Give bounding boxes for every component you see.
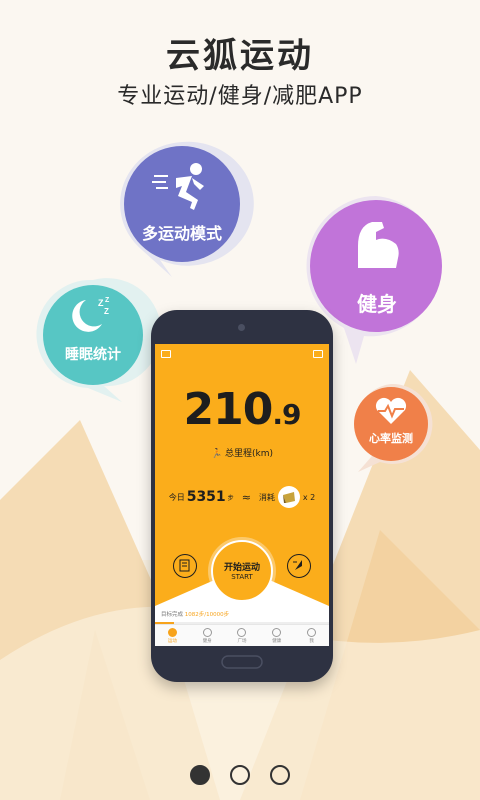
tab-health[interactable]: 健康 (259, 625, 294, 646)
distance-decimal: .9 (272, 398, 301, 431)
sleep-label: 睡眠统计 (65, 347, 121, 363)
page-indicator (190, 764, 290, 786)
tab-fitness[interactable]: 健身 (190, 625, 225, 646)
health-tab-icon (272, 628, 282, 637)
tab-label: 广场 (237, 639, 247, 644)
distance-label-text: 总里程(km) (225, 449, 274, 459)
total-distance-value: 210.9 (155, 384, 329, 435)
multi-sport-bubble[interactable]: 多运动模式 (112, 141, 254, 277)
food-icon (277, 486, 300, 508)
tab-label: 我 (309, 639, 314, 644)
goal-progress-value: 1082步/10000步 (184, 612, 230, 618)
mail-icon[interactable] (313, 350, 323, 358)
consume-count: x 2 (302, 492, 316, 502)
square-tab-icon (237, 628, 247, 637)
fitness-label: 健身 (357, 292, 397, 316)
home-key-icon (221, 655, 263, 669)
bottom-tab-bar: 运动 健身 广场 健康 我 (155, 624, 329, 646)
total-distance-label: 🏃 总里程(km) (155, 446, 329, 459)
goal-progress-text: 目标完成 1082步/10000步 (161, 610, 229, 618)
start-exercise-button[interactable]: 开始运动 START (211, 540, 273, 602)
heart-rate-label: 心率监测 (369, 432, 413, 445)
phone-screen: 210.9 🏃 总里程(km) 今日 5351 步 ≈ 消耗 x 2 开始运动 … (155, 344, 329, 646)
tab-square[interactable]: 广场 (225, 625, 260, 646)
sport-tab-icon (167, 628, 177, 637)
multi-sport-label: 多运动模式 (141, 224, 222, 243)
tab-label: 运动 (167, 639, 177, 644)
camera-icon (238, 324, 245, 331)
app-subtitle: 专业运动/健身/减肥APP (117, 84, 363, 109)
tab-label: 健康 (272, 639, 282, 644)
fitness-tab-icon (202, 628, 212, 637)
svg-text:Z: Z (104, 307, 109, 316)
steps-unit: 步 (227, 494, 234, 502)
distance-integer: 210 (183, 384, 274, 435)
consume-label: 消耗 (258, 492, 275, 502)
runner-small-icon: 🏃 (210, 449, 223, 459)
page-dot[interactable] (230, 765, 250, 785)
goal-progress-prefix: 目标完成 (161, 612, 184, 618)
sleep-bubble[interactable]: Z Z Z 睡眠统计 (36, 278, 162, 404)
today-steps: 5351 (186, 489, 226, 505)
muscle-arm-icon (350, 218, 404, 272)
tab-label: 健身 (202, 639, 212, 644)
page-dot[interactable] (190, 765, 210, 785)
phone-mockup: 210.9 🏃 总里程(km) 今日 5351 步 ≈ 消耗 x 2 开始运动 … (151, 310, 333, 682)
today-steps-row: 今日 5351 步 ≈ 消耗 x 2 (155, 486, 329, 508)
history-button[interactable] (173, 554, 197, 578)
page-dot[interactable] (270, 765, 290, 785)
start-button-en: START (231, 573, 253, 581)
tab-me[interactable]: 我 (294, 625, 329, 646)
app-title: 云狐运动 (166, 36, 314, 76)
share-icon[interactable] (161, 350, 171, 358)
sport-type-button[interactable] (287, 554, 311, 578)
moon-sleep-icon: Z Z Z (68, 294, 118, 336)
tab-sport[interactable]: 运动 (155, 625, 190, 646)
heart-pulse-icon (374, 396, 408, 426)
approx-symbol: ≈ (241, 490, 251, 504)
svg-text:Z: Z (105, 297, 110, 304)
profile-tab-icon (307, 628, 317, 637)
heart-rate-bubble[interactable]: 心率监测 (350, 383, 433, 474)
today-label: 今日 (168, 492, 185, 502)
start-button-cn: 开始运动 (223, 563, 260, 573)
running-icon (152, 162, 212, 212)
